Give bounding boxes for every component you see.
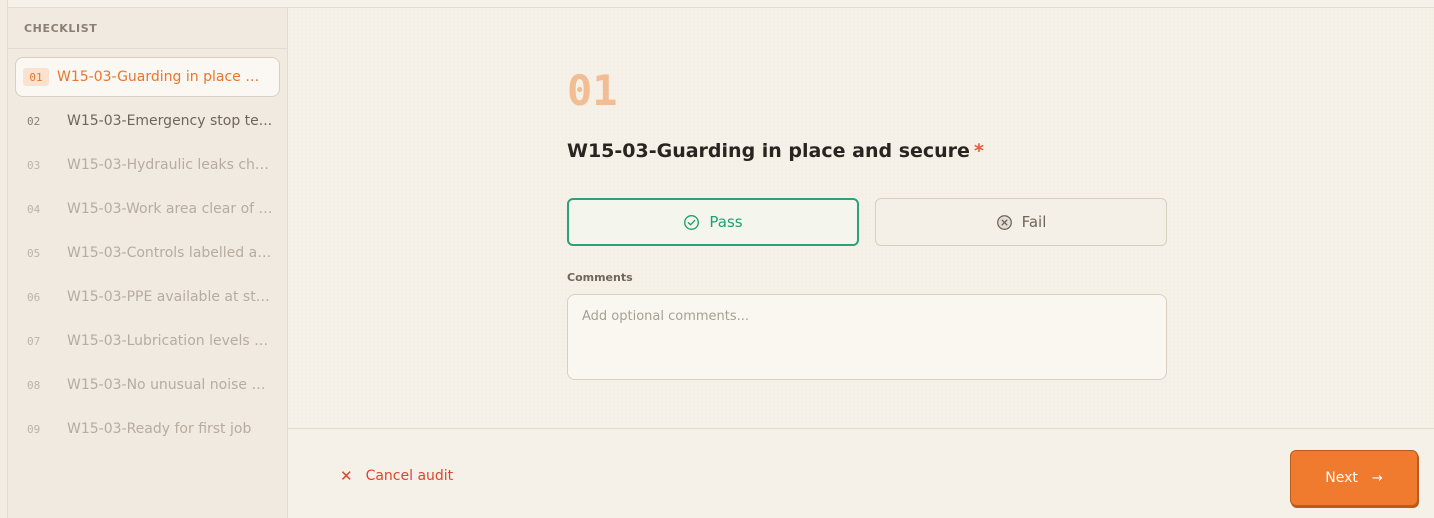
item-number: 09	[27, 422, 41, 436]
question-title: W15-03-Guarding in place and secure *	[567, 140, 984, 162]
item-number: 05	[27, 246, 41, 260]
item-label: W15-03-Work area clear of t...	[67, 201, 273, 217]
cancel-label: Cancel audit	[365, 468, 454, 484]
question-panel: 01 W15-03-Guarding in place and secure * …	[288, 8, 1434, 428]
close-icon: ✕	[340, 467, 353, 485]
x-circle-icon	[996, 214, 1012, 230]
checklist-item-07[interactable]: 07 W15-03-Lubrication levels OK	[15, 321, 280, 361]
next-button[interactable]: Next →	[1290, 450, 1418, 506]
item-number: 04	[27, 202, 41, 216]
checklist-items: 01 W15-03-Guarding in place a... 02 W15-…	[8, 49, 287, 449]
arrow-right-icon: →	[1371, 470, 1383, 486]
sidebar-title: CHECKLIST	[8, 8, 287, 49]
footer-bar: ✕ Cancel audit Next →	[288, 428, 1434, 518]
checklist-item-02[interactable]: 02 W15-03-Emergency stop te...	[15, 101, 280, 141]
question-title-text: W15-03-Guarding in place and secure	[567, 140, 970, 162]
check-circle-icon	[684, 214, 700, 230]
checklist-item-09[interactable]: 09 W15-03-Ready for first job	[15, 409, 280, 449]
item-number: 08	[27, 378, 41, 392]
item-label: W15-03-Guarding in place a...	[57, 69, 263, 85]
item-number: 02	[27, 114, 41, 128]
checklist-sidebar: CHECKLIST 01 W15-03-Guarding in place a.…	[8, 8, 288, 518]
item-number: 06	[27, 290, 41, 304]
cancel-audit-button[interactable]: ✕ Cancel audit	[340, 467, 453, 485]
fail-button[interactable]: Fail	[875, 198, 1167, 246]
pass-button[interactable]: Pass	[567, 198, 859, 246]
item-label: W15-03-Ready for first job	[67, 421, 252, 437]
item-label: W15-03-PPE available at sta...	[67, 289, 273, 305]
checklist-item-04[interactable]: 04 W15-03-Work area clear of t...	[15, 189, 280, 229]
item-label: W15-03-No unusual noise o...	[67, 377, 273, 393]
comments-input[interactable]	[567, 294, 1167, 380]
question-number: 01	[567, 66, 618, 115]
item-number: 01	[23, 68, 49, 86]
required-marker: *	[973, 140, 984, 162]
checklist-item-06[interactable]: 06 W15-03-PPE available at sta...	[15, 277, 280, 317]
top-bar	[0, 0, 1434, 8]
item-label: W15-03-Emergency stop te...	[67, 113, 273, 129]
comments-label: Comments	[567, 271, 633, 284]
pass-label: Pass	[709, 213, 743, 231]
item-label: W15-03-Hydraulic leaks che...	[67, 157, 273, 173]
checklist-item-05[interactable]: 05 W15-03-Controls labelled an...	[15, 233, 280, 273]
item-number: 03	[27, 158, 41, 172]
item-label: W15-03-Lubrication levels OK	[67, 333, 273, 349]
item-label: W15-03-Controls labelled an...	[67, 245, 273, 261]
next-label: Next	[1325, 470, 1358, 486]
item-number: 07	[27, 334, 41, 348]
checklist-item-08[interactable]: 08 W15-03-No unusual noise o...	[15, 365, 280, 405]
fail-label: Fail	[1021, 213, 1047, 231]
checklist-item-01[interactable]: 01 W15-03-Guarding in place a...	[15, 57, 280, 97]
checklist-item-03[interactable]: 03 W15-03-Hydraulic leaks che...	[15, 145, 280, 185]
left-edge-strip	[0, 0, 8, 518]
